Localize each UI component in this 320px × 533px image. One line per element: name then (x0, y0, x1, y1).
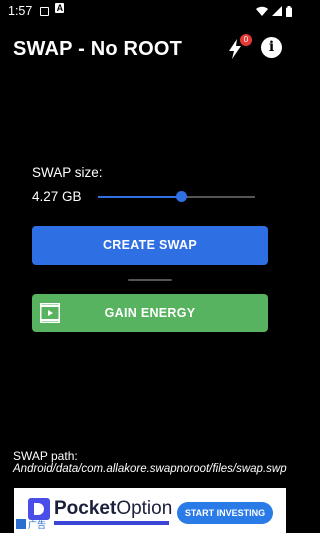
swap-size-value: 4.27 GB (32, 189, 82, 204)
energy-count-badge: 0 (240, 34, 252, 46)
start-investing-button[interactable]: START INVESTING (177, 502, 273, 524)
info-button[interactable]: i (261, 37, 282, 58)
slider-thumb[interactable] (176, 191, 188, 202)
signal-icon (272, 6, 282, 16)
swap-path-label: SWAP path: (13, 449, 78, 463)
swap-size-label: SWAP size: (32, 165, 103, 180)
ad-brand-bold: Pocket (54, 498, 117, 519)
gain-energy-label: GAIN ENERGY (104, 306, 196, 320)
status-system-icons (256, 5, 292, 17)
slider-track-fill (98, 196, 182, 198)
notification-a-icon (55, 3, 65, 16)
video-icon (40, 303, 60, 323)
gain-energy-button[interactable]: GAIN ENERGY (32, 294, 268, 332)
ad-brand-underline (54, 521, 169, 525)
status-bar: 1:57 (0, 0, 300, 22)
ad-brand-thin: Option (116, 498, 173, 519)
ad-choices-icon (16, 519, 26, 529)
section-divider (128, 279, 172, 281)
ad-banner[interactable]: PocketOption START INVESTING 广告 (14, 488, 286, 533)
status-notification-icons (40, 3, 65, 16)
create-swap-button[interactable]: CREATE SWAP (32, 226, 268, 265)
swap-size-slider[interactable] (98, 190, 255, 204)
wifi-icon (256, 6, 268, 16)
app-title: SWAP - No ROOT (13, 38, 183, 60)
notification-square-icon (40, 6, 50, 16)
battery-icon (286, 5, 292, 17)
ad-choices-mark[interactable]: 广告 (16, 518, 46, 531)
ad-mark-label: 广告 (28, 520, 47, 530)
pocketoption-logo-icon (28, 498, 50, 520)
swap-path-value: Android/data/com.allakore.swapnoroot/fil… (13, 463, 287, 475)
info-icon: i (268, 39, 275, 55)
ad-brand: PocketOption (54, 498, 172, 520)
status-time: 1:57 (8, 4, 33, 18)
